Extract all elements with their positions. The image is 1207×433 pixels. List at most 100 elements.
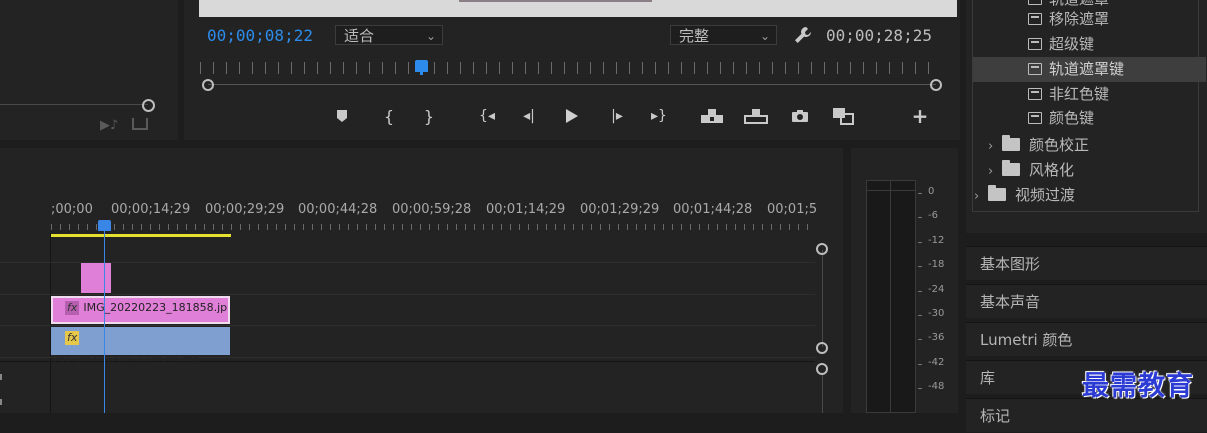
go-to-out-icon[interactable]: ▸} (646, 104, 672, 128)
effect-preset-icon (1028, 0, 1042, 5)
audio-track-marker (0, 374, 2, 380)
go-to-in-icon[interactable]: {◂ (474, 104, 500, 128)
video-clip[interactable]: fx VID_20220220_124549.mp (51, 327, 230, 366)
panel-lumetri-color[interactable]: Lumetri 颜色 (966, 322, 1207, 356)
track-divider (0, 294, 815, 295)
play-icon[interactable] (559, 104, 585, 128)
mark-out-icon[interactable]: } (416, 104, 442, 128)
audio-icon[interactable]: ▶♪ (100, 118, 118, 133)
ruler-label: 00;01;14;29 (486, 202, 566, 217)
ruler-label: 00;01;5 (767, 202, 818, 217)
wrench-icon[interactable] (793, 25, 813, 45)
ruler-label: ;00;00 (51, 202, 93, 217)
monitor-playhead[interactable] (415, 60, 428, 72)
monitor-scroll-handle-right[interactable] (930, 79, 942, 91)
track-divider (0, 262, 815, 263)
effect-item-remove-matte[interactable]: 移除遮罩 (1028, 7, 1109, 31)
source-scrub-handle[interactable] (142, 99, 155, 112)
meter-scale-label: -6 (928, 210, 938, 222)
folder-color-correction[interactable]: › 颜色校正 (988, 133, 1089, 157)
video-preview-frame (199, 0, 957, 17)
effect-preset-icon (1028, 13, 1042, 25)
monitor-ruler[interactable] (200, 62, 940, 74)
add-icon[interactable]: + (907, 104, 933, 128)
timeline-panel (0, 148, 843, 413)
step-back-icon[interactable]: ◂| (516, 104, 542, 128)
effect-preset-icon (1028, 63, 1042, 75)
meter-scale-tick (918, 217, 922, 219)
fx-badge[interactable]: fx (65, 331, 80, 345)
timeline-vscroll-handle-bottom[interactable] (816, 342, 828, 354)
effect-item-track-matte-key[interactable]: 轨道遮罩键 (1028, 57, 1124, 81)
ruler-label: 00;00;14;29 (111, 202, 191, 217)
effect-item-ultra-key[interactable]: 超级键 (1028, 32, 1094, 56)
current-timecode[interactable]: 00;00;08;22 (207, 26, 313, 45)
clip-name: VID_20220220_124549.mp (51, 353, 201, 366)
folder-icon (1002, 135, 1020, 151)
chevron-down-icon: ⌄ (425, 29, 436, 43)
chevron-down-icon: ⌄ (759, 29, 770, 43)
panel-markers[interactable]: 标记 (966, 398, 1207, 432)
chevron-right-icon[interactable]: › (988, 135, 1002, 159)
meter-scale-label: -36 (928, 332, 945, 344)
folder-video-transitions[interactable]: › 视频过渡 (974, 183, 1075, 207)
meter-scale-label: -30 (928, 308, 945, 319)
program-monitor-panel: 00;00;08;22 适合 ⌄ 完整 ⌄ 00;00;28;25 { } {◂… (184, 0, 960, 140)
fx-badge[interactable]: fx (65, 301, 80, 315)
effect-preset-icon (1028, 112, 1042, 124)
timeline-vscroll-track[interactable] (822, 250, 823, 347)
mark-in-icon[interactable]: { (376, 104, 402, 128)
step-forward-icon[interactable]: |▸ (604, 104, 630, 128)
export-icon[interactable] (132, 118, 148, 130)
meter-scale-tick (918, 388, 922, 390)
compare-icon[interactable] (830, 104, 856, 128)
overwrite-icon[interactable] (743, 104, 769, 128)
audio-meter-channel-right (890, 180, 916, 413)
marker-icon[interactable] (329, 104, 355, 128)
chevron-right-icon[interactable]: › (988, 160, 1002, 184)
panel-essential-graphics[interactable]: 基本图形 (966, 246, 1207, 280)
meter-scale-tick (918, 266, 922, 268)
timeline-ruler-ticks[interactable] (51, 224, 815, 230)
meter-scale-tick (918, 241, 922, 243)
monitor-playhead-tip (420, 72, 423, 75)
track-divider (0, 325, 815, 326)
audio-track-marker (0, 399, 2, 405)
folder-icon (1002, 160, 1020, 176)
panel-essential-sound[interactable]: 基本声音 (966, 284, 1207, 318)
insert-icon[interactable] (699, 104, 725, 128)
meter-scale-label: -12 (928, 234, 945, 246)
ruler-label: 00;01;44;28 (673, 202, 753, 217)
ruler-label: 00;00;59;28 (392, 202, 472, 217)
folder-stylize[interactable]: › 风格化 (988, 158, 1074, 182)
meter-scale-tick (918, 290, 922, 292)
timeline-vscroll-track-audio[interactable] (822, 374, 823, 413)
timeline-playhead-line[interactable] (104, 224, 105, 413)
image-clip[interactable]: fx IMG_20220223_181858.jp (51, 296, 230, 324)
audio-meter-peak-bar (866, 190, 916, 191)
meter-scale-label: 0 (928, 186, 935, 197)
timeline-vscroll-handle-audio[interactable] (816, 363, 828, 375)
monitor-scroll-track[interactable] (208, 84, 936, 85)
graphic-clip[interactable] (81, 263, 111, 293)
track-header-column (0, 233, 51, 413)
duration-timecode: 00;00;28;25 (826, 26, 932, 45)
zoom-dropdown[interactable]: 适合 ⌄ (335, 25, 443, 45)
camera-icon[interactable] (787, 104, 813, 128)
meter-scale-label: -42 (928, 356, 945, 368)
quality-dropdown-value: 完整 (679, 27, 710, 45)
effect-preset-icon (1028, 88, 1042, 100)
timeline-playhead-head[interactable] (98, 220, 111, 231)
timeline-vscroll-handle-top[interactable] (816, 243, 828, 255)
ruler-label: 00;01;29;29 (580, 202, 660, 217)
meter-scale-label: -48 (928, 381, 945, 393)
effect-item-color-key[interactable]: 颜色键 (1028, 106, 1094, 130)
source-scrub-line[interactable] (0, 104, 148, 105)
watermark: 最需教育 (1082, 371, 1194, 402)
quality-dropdown[interactable]: 完整 ⌄ (670, 25, 777, 45)
work-area-bar[interactable] (51, 234, 231, 237)
audio-meter-channel-left (866, 180, 891, 413)
effect-item-non-red-key[interactable]: 非红色键 (1028, 82, 1109, 106)
monitor-scroll-handle-left[interactable] (202, 79, 214, 91)
chevron-right-icon[interactable]: › (974, 185, 988, 209)
